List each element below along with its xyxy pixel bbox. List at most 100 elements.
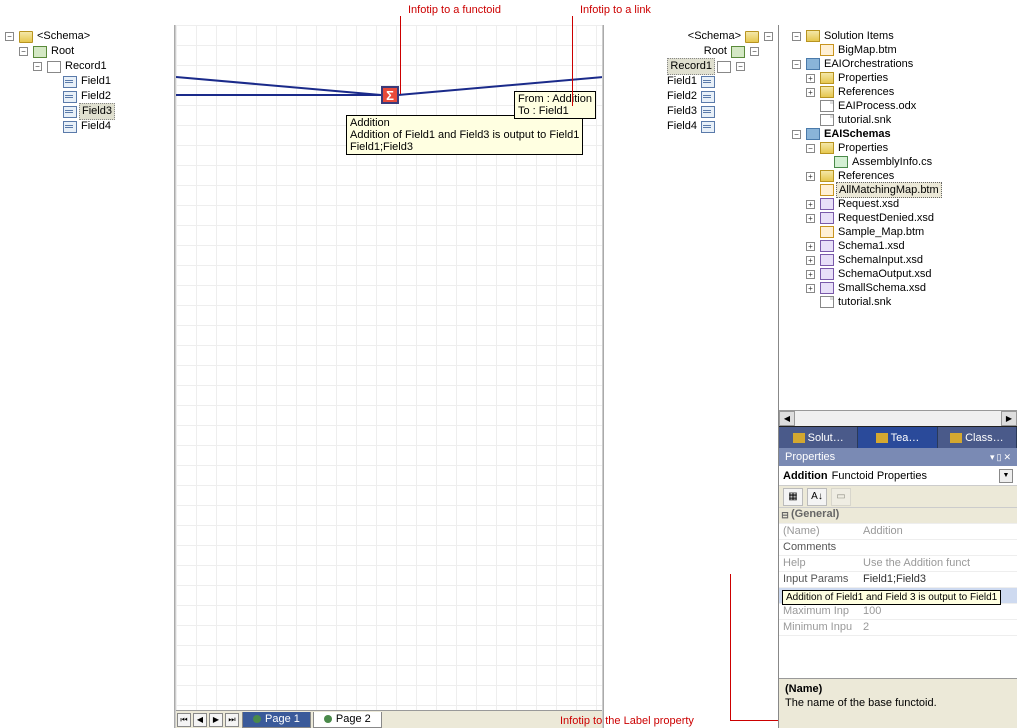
tab-icon (950, 433, 962, 443)
nav-next-button[interactable]: ▶ (209, 713, 223, 727)
property-row[interactable]: Input ParamsField1;Field3 (779, 572, 1017, 588)
expander-icon[interactable]: + (806, 270, 815, 279)
expander-icon[interactable]: + (806, 284, 815, 293)
expander-icon[interactable]: + (806, 256, 815, 265)
expander-icon[interactable]: ⊟ (779, 508, 791, 523)
solution-item[interactable]: +Request.xsd (781, 197, 1015, 211)
solution-item[interactable]: −Solution Items (781, 29, 1015, 43)
panel-tab-solution[interactable]: Solut… (779, 427, 858, 448)
solution-item[interactable]: +References (781, 85, 1015, 99)
expander-icon[interactable]: − (806, 144, 815, 153)
tree-node-field[interactable]: Field1 (604, 74, 776, 89)
expander-icon[interactable]: − (33, 62, 42, 71)
expander-icon[interactable]: − (736, 62, 745, 71)
file-icon-icon (820, 296, 834, 308)
nav-last-button[interactable]: ⏭ (225, 713, 239, 727)
pin-icon[interactable]: ▯ (997, 452, 1002, 463)
expander-icon[interactable]: − (5, 32, 14, 41)
properties-object-selector[interactable]: Addition Functoid Properties ▼ (779, 466, 1017, 486)
tree-node-field[interactable]: Field3 (604, 104, 776, 119)
categorized-button[interactable]: ▦ (783, 488, 803, 506)
solution-item[interactable]: −EAISchemas (781, 127, 1015, 141)
solution-scrollbar[interactable]: ◀ ▶ (779, 410, 1017, 426)
solution-item[interactable]: +Properties (781, 71, 1015, 85)
scroll-track[interactable] (795, 411, 1001, 426)
property-value[interactable]: Addition (859, 524, 1017, 539)
expander-icon[interactable]: − (750, 47, 759, 56)
tab-dot-icon (324, 715, 332, 723)
nav-prev-button[interactable]: ◀ (193, 713, 207, 727)
expander-icon[interactable]: + (806, 242, 815, 251)
property-row[interactable]: Minimum Inpu2 (779, 620, 1017, 636)
property-row[interactable]: (Name)Addition (779, 524, 1017, 540)
scroll-left-button[interactable]: ◀ (779, 411, 795, 426)
tree-node-field[interactable]: Field1 (2, 74, 174, 89)
solution-item-label: tutorial.snk (836, 295, 893, 309)
solution-item[interactable]: +RequestDenied.xsd (781, 211, 1015, 225)
tree-node-record[interactable]: − Record1 (2, 59, 174, 74)
solution-item[interactable]: tutorial.snk (781, 295, 1015, 309)
property-value[interactable]: 2 (859, 620, 1017, 635)
file-btm-icon (820, 184, 834, 196)
solution-item[interactable]: tutorial.snk (781, 113, 1015, 127)
panel-tab-class[interactable]: Class… (938, 427, 1017, 448)
tree-node-field[interactable]: Field2 (604, 89, 776, 104)
solution-item[interactable]: +SchemaInput.xsd (781, 253, 1015, 267)
dropdown-icon[interactable]: ▼ (999, 469, 1013, 483)
tree-node-schema[interactable]: − <Schema> (2, 29, 174, 44)
tree-node-root[interactable]: − Root (2, 44, 174, 59)
expander-icon[interactable]: + (806, 74, 815, 83)
expander-icon[interactable]: − (792, 60, 801, 69)
property-row[interactable]: HelpUse the Addition funct (779, 556, 1017, 572)
tree-node-field[interactable]: Field2 (2, 89, 174, 104)
expander-icon[interactable]: − (19, 47, 28, 56)
tree-node-root[interactable]: − Root (604, 44, 776, 59)
page-tab-1[interactable]: Page 1 (242, 712, 311, 728)
property-category[interactable]: ⊟(General) (779, 508, 1017, 524)
tree-node-field[interactable]: Field4 (2, 119, 174, 134)
tree-node-field[interactable]: Field3 (2, 104, 174, 119)
solution-item[interactable]: +References (781, 169, 1015, 183)
panel-tab-team[interactable]: Tea… (858, 427, 937, 448)
property-value[interactable] (859, 540, 1017, 555)
page-tab-2[interactable]: Page 2 (313, 712, 382, 728)
expander-icon[interactable]: + (806, 200, 815, 209)
folder-icon (745, 31, 759, 43)
property-value[interactable]: Field1;Field3 (859, 572, 1017, 587)
expander-icon[interactable]: − (764, 32, 773, 41)
file-xsd-icon (820, 282, 834, 294)
expander-icon[interactable]: + (806, 172, 815, 181)
property-value[interactable]: 100 (859, 604, 1017, 619)
annotation-label: Infotip to the Label property (560, 715, 694, 727)
properties-toolbar: ▦ A↓ ▭ (779, 486, 1017, 508)
property-pages-button[interactable]: ▭ (831, 488, 851, 506)
solution-item[interactable]: +SmallSchema.xsd (781, 281, 1015, 295)
solution-item[interactable]: +Schema1.xsd (781, 239, 1015, 253)
expander-icon[interactable]: + (806, 88, 815, 97)
scroll-right-button[interactable]: ▶ (1001, 411, 1017, 426)
tree-node-field[interactable]: Field4 (604, 119, 776, 134)
close-icon[interactable]: ✕ (1003, 452, 1011, 463)
solution-item[interactable]: BigMap.btm (781, 43, 1015, 57)
solution-item[interactable]: AllMatchingMap.btm (781, 183, 1015, 197)
solution-item[interactable]: Sample_Map.btm (781, 225, 1015, 239)
mapper-grid[interactable]: Σ Addition Addition of Field1 and Field3… (175, 25, 603, 728)
property-value[interactable]: Use the Addition funct (859, 556, 1017, 571)
tree-node-schema[interactable]: − <Schema> (604, 29, 776, 44)
file-xsd-icon (820, 254, 834, 266)
nav-first-button[interactable]: ⏮ (177, 713, 191, 727)
expander-icon[interactable]: + (806, 214, 815, 223)
solution-item[interactable]: AssemblyInfo.cs (781, 155, 1015, 169)
expander-icon[interactable]: − (792, 130, 801, 139)
solution-item[interactable]: −Properties (781, 141, 1015, 155)
solution-item[interactable]: +SchemaOutput.xsd (781, 267, 1015, 281)
expander-icon[interactable]: − (792, 32, 801, 41)
solution-item[interactable]: EAIProcess.odx (781, 99, 1015, 113)
addition-functoid[interactable]: Σ (381, 86, 399, 104)
dropdown-icon[interactable]: ▾ (990, 452, 995, 463)
property-row[interactable]: Comments (779, 540, 1017, 556)
alphabetical-button[interactable]: A↓ (807, 488, 827, 506)
property-row[interactable]: Maximum Inp100 (779, 604, 1017, 620)
tree-node-record[interactable]: − Record1 (604, 59, 776, 74)
solution-item[interactable]: −EAIOrchestrations (781, 57, 1015, 71)
